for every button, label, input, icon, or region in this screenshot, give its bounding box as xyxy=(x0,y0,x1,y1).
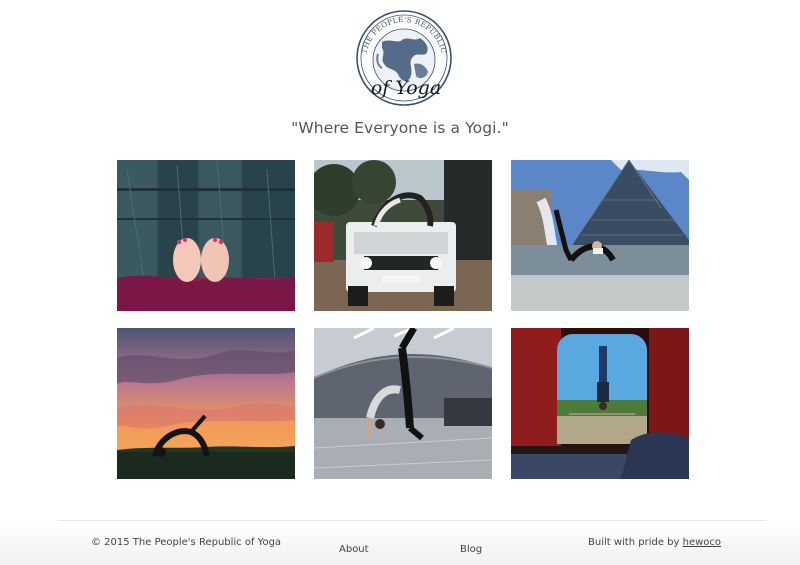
tagline: "Where Everyone is a Yogi." xyxy=(291,119,509,137)
backbend-at-sunset-photo xyxy=(117,328,295,479)
handstand-at-airport-photo xyxy=(314,328,492,479)
blog-link[interactable]: Blog xyxy=(460,544,482,555)
backbend-at-louvre-pyramid-photo xyxy=(511,160,689,311)
footer-credit-prefix: Built with pride by xyxy=(588,537,683,548)
gallery-tile-5[interactable] xyxy=(314,328,492,479)
pose-on-white-land-rover-photo xyxy=(314,160,492,311)
gallery-tile-6[interactable] xyxy=(511,328,689,479)
feet-on-wooden-deck-photo xyxy=(117,160,295,311)
gallery-tile-1[interactable] xyxy=(117,160,295,311)
footer-credit: Built with pride by hewoco xyxy=(588,537,721,548)
footer-link-blog[interactable]: Blog xyxy=(460,544,482,555)
hewoco-link[interactable]: hewoco xyxy=(683,537,721,548)
gallery-tile-2[interactable] xyxy=(314,160,492,311)
gallery-tile-3[interactable] xyxy=(511,160,689,311)
gallery-tile-4[interactable] xyxy=(117,328,295,479)
handstand-through-car-window-photo xyxy=(511,328,689,479)
site-logo[interactable]: THE PEOPLE'S REPUBLIC of Yoga xyxy=(354,8,454,108)
footer-link-about[interactable]: About xyxy=(339,544,369,555)
logo-script-text: of Yoga xyxy=(371,77,441,99)
footer-copyright: © 2015 The People's Republic of Yoga xyxy=(91,537,282,548)
about-link[interactable]: About xyxy=(339,544,369,555)
globe-seal-icon: THE PEOPLE'S REPUBLIC of Yoga xyxy=(356,10,452,106)
photo-gallery xyxy=(117,160,689,479)
